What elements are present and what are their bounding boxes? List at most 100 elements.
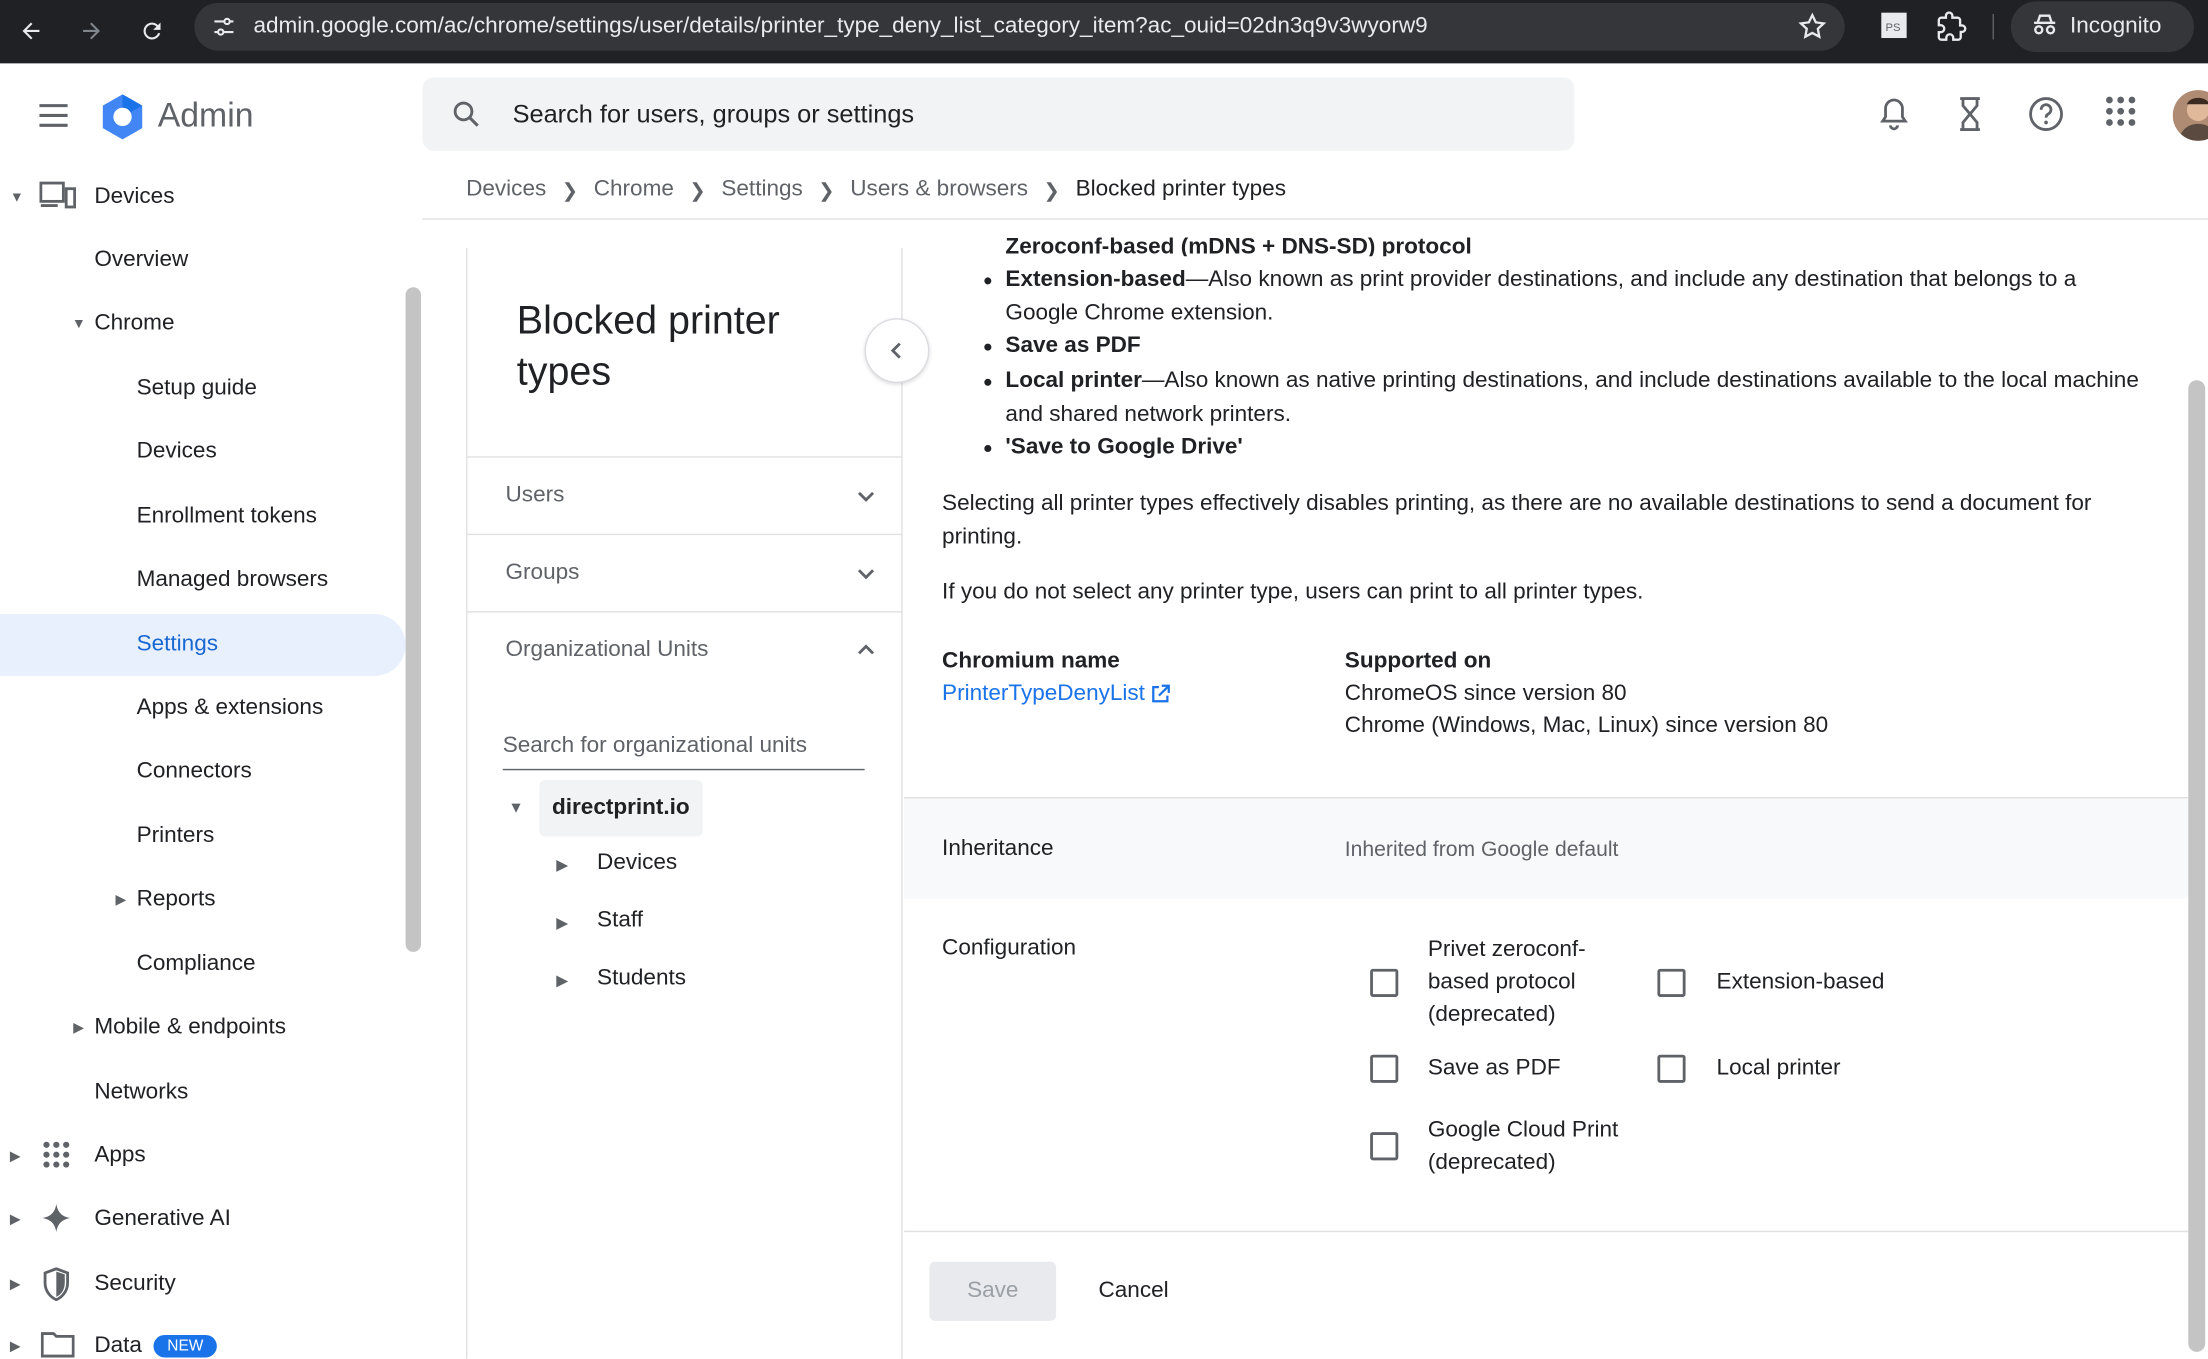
checkbox-cloud-print[interactable] <box>1370 1132 1399 1161</box>
breadcrumb-settings[interactable]: Settings <box>721 177 802 202</box>
apps-grid-icon[interactable] <box>2105 96 2136 134</box>
bullet-drive: 'Save to Google Drive' <box>984 431 2146 465</box>
sidebar-item-connectors[interactable]: Connectors <box>0 741 406 803</box>
devices-icon <box>39 180 77 218</box>
sidebar-label: Chrome <box>94 311 175 336</box>
inheritance-value: Inherited from Google default <box>1344 837 1619 862</box>
sidebar-label: Setup guide <box>136 375 257 400</box>
breadcrumb: Devices ❯ Chrome ❯ Settings ❯ Users & br… <box>466 177 1286 202</box>
sidebar-item-overview[interactable]: Overview <box>0 230 406 292</box>
sidebar-item-compliance[interactable]: Compliance <box>0 934 406 996</box>
checkbox-extension[interactable] <box>1657 968 1686 997</box>
checkbox-privet[interactable] <box>1370 968 1399 997</box>
apps-grid-icon <box>42 1141 70 1176</box>
sidebar-item-printers[interactable]: Printers <box>0 805 406 867</box>
sidebar-label-data: Data <box>94 1333 142 1358</box>
tree-root-ou[interactable]: directprint.io <box>539 780 703 837</box>
forward-icon[interactable] <box>73 13 110 50</box>
admin-logo-text: Admin <box>157 97 254 136</box>
sidebar-item-enrollment-tokens[interactable]: Enrollment tokens <box>0 486 406 548</box>
sidebar-item-chrome-devices[interactable]: Devices <box>0 421 406 483</box>
url-text[interactable]: admin.google.com/ac/chrome/settings/user… <box>253 14 1427 39</box>
sidebar-item-reports[interactable]: ▶ Reports <box>0 869 406 931</box>
sidebar-item-generative-ai[interactable]: ▶ Generative AI <box>0 1188 406 1250</box>
checkbox-label-local-printer[interactable]: Local printer <box>1717 1052 1841 1084</box>
search-input[interactable] <box>512 94 1499 134</box>
accordion-label: Groups <box>505 560 580 585</box>
account-avatar[interactable] <box>2172 90 2208 141</box>
bullet-bold: Extension-based <box>1005 267 1186 292</box>
sidebar-item-devices[interactable]: ▼ Devices <box>0 166 406 228</box>
accordion-org-units[interactable]: Organizational Units <box>467 611 903 688</box>
chromium-name-link[interactable]: PrinterTypeDenyList <box>942 682 1170 707</box>
reload-icon[interactable] <box>134 13 171 50</box>
setting-detail: Zeroconf-based (mDNS + DNS-SD) protocol … <box>904 235 2189 1359</box>
checkbox-label-privet[interactable]: Privet zeroconf-based protocol (deprecat… <box>1428 934 1625 1031</box>
sidebar-item-mobile-endpoints[interactable]: ▶ Mobile & endpoints <box>0 997 406 1059</box>
tree-expand-icon[interactable]: ▶ <box>556 914 568 932</box>
sidebar-item-chrome[interactable]: ▼ Chrome <box>0 293 406 355</box>
tree-expand-icon[interactable]: ▶ <box>556 972 568 990</box>
chromium-link-text[interactable]: PrinterTypeDenyList <box>942 682 1145 707</box>
sidebar-label: Connectors <box>136 758 252 783</box>
supported-line: ChromeOS since version 80 <box>1344 681 1627 706</box>
sidebar-label: Overview <box>94 247 189 272</box>
sidebar-label: Apps <box>94 1143 146 1168</box>
tree-item-label: Devices <box>597 850 678 875</box>
sidebar-item-apps[interactable]: ▶ Apps <box>0 1125 406 1187</box>
breadcrumb-users-browsers[interactable]: Users & browsers <box>850 177 1028 202</box>
tree-item-devices[interactable]: Devices <box>597 851 677 876</box>
accordion-users[interactable]: Users <box>467 456 903 533</box>
ou-search-input[interactable] <box>502 722 865 771</box>
external-link-icon <box>1152 684 1170 703</box>
back-icon[interactable] <box>13 13 50 50</box>
tree-item-staff[interactable]: Staff <box>597 908 643 933</box>
tree-expand-icon[interactable]: ▶ <box>556 856 568 875</box>
tasks-hourglass-icon[interactable] <box>1956 96 1984 140</box>
accordion-groups[interactable]: Groups <box>467 533 903 611</box>
checkbox-local-printer[interactable] <box>1657 1054 1686 1083</box>
checkbox-label-extension[interactable]: Extension-based <box>1717 966 1885 998</box>
breadcrumb-devices[interactable]: Devices <box>466 177 546 202</box>
sidebar-item-security[interactable]: ▶ Security <box>0 1253 406 1315</box>
checkbox-label-cloud-print[interactable]: Google Cloud Print (deprecated) <box>1428 1114 1639 1179</box>
tree-item-label: Staff <box>597 908 644 933</box>
bullet-bold: 'Save to Google Drive' <box>1005 435 1243 460</box>
sidebar-label: Compliance <box>136 951 256 976</box>
tree-item-students[interactable]: Students <box>597 966 686 991</box>
sparkle-icon <box>41 1203 72 1241</box>
expand-down-icon: ▼ <box>71 316 86 332</box>
notifications-bell-icon[interactable] <box>1877 96 1911 140</box>
breadcrumb-separator-icon: ❯ <box>689 178 706 201</box>
breadcrumb-separator-icon: ❯ <box>1043 178 1061 201</box>
sidebar-item-managed-browsers[interactable]: Managed browsers <box>0 549 406 611</box>
sidebar: ▼ Devices Overview ▼ Chrome Setup guide … <box>0 166 422 1359</box>
header-divider <box>422 218 2208 220</box>
global-search[interactable] <box>422 77 1575 151</box>
bookmark-star-icon[interactable] <box>1797 11 1828 49</box>
tree-collapse-icon[interactable]: ▼ <box>508 800 523 817</box>
extensions-puzzle-icon[interactable] <box>1936 11 1967 49</box>
cancel-button[interactable]: Cancel <box>1076 1262 1191 1321</box>
sidebar-item-networks[interactable]: Networks <box>0 1062 406 1124</box>
breadcrumb-chrome[interactable]: Chrome <box>594 177 674 202</box>
bullet-zeroconf: Zeroconf-based (mDNS + DNS-SD) protocol <box>1005 231 2146 256</box>
save-button[interactable]: Save <box>929 1261 1057 1321</box>
sidebar-scrollbar[interactable] <box>405 287 422 952</box>
address-bar[interactable]: admin.google.com/ac/chrome/settings/user… <box>194 2 1845 51</box>
sidebar-item-setup-guide[interactable]: Setup guide <box>0 358 406 420</box>
extension-icon[interactable]: PS <box>1880 11 1908 46</box>
incognito-indicator[interactable]: Incognito <box>2010 1 2194 53</box>
sidebar-label: Data NEW <box>94 1333 218 1359</box>
checkbox-label-save-pdf[interactable]: Save as PDF <box>1428 1052 1561 1084</box>
admin-logo[interactable]: Admin <box>99 93 254 141</box>
site-info-icon[interactable] <box>211 14 236 46</box>
inheritance-row: Inheritance Inherited from Google defaul… <box>904 797 2189 899</box>
sidebar-item-data[interactable]: ▶ Data NEW <box>0 1317 406 1359</box>
sidebar-item-settings[interactable]: Settings <box>0 613 406 676</box>
main-menu-icon[interactable] <box>37 101 71 136</box>
checkbox-save-pdf[interactable] <box>1370 1054 1399 1083</box>
content-scrollbar[interactable] <box>2188 380 2206 1352</box>
sidebar-item-apps-extensions[interactable]: Apps & extensions <box>0 677 406 739</box>
help-icon[interactable] <box>2028 96 2065 140</box>
